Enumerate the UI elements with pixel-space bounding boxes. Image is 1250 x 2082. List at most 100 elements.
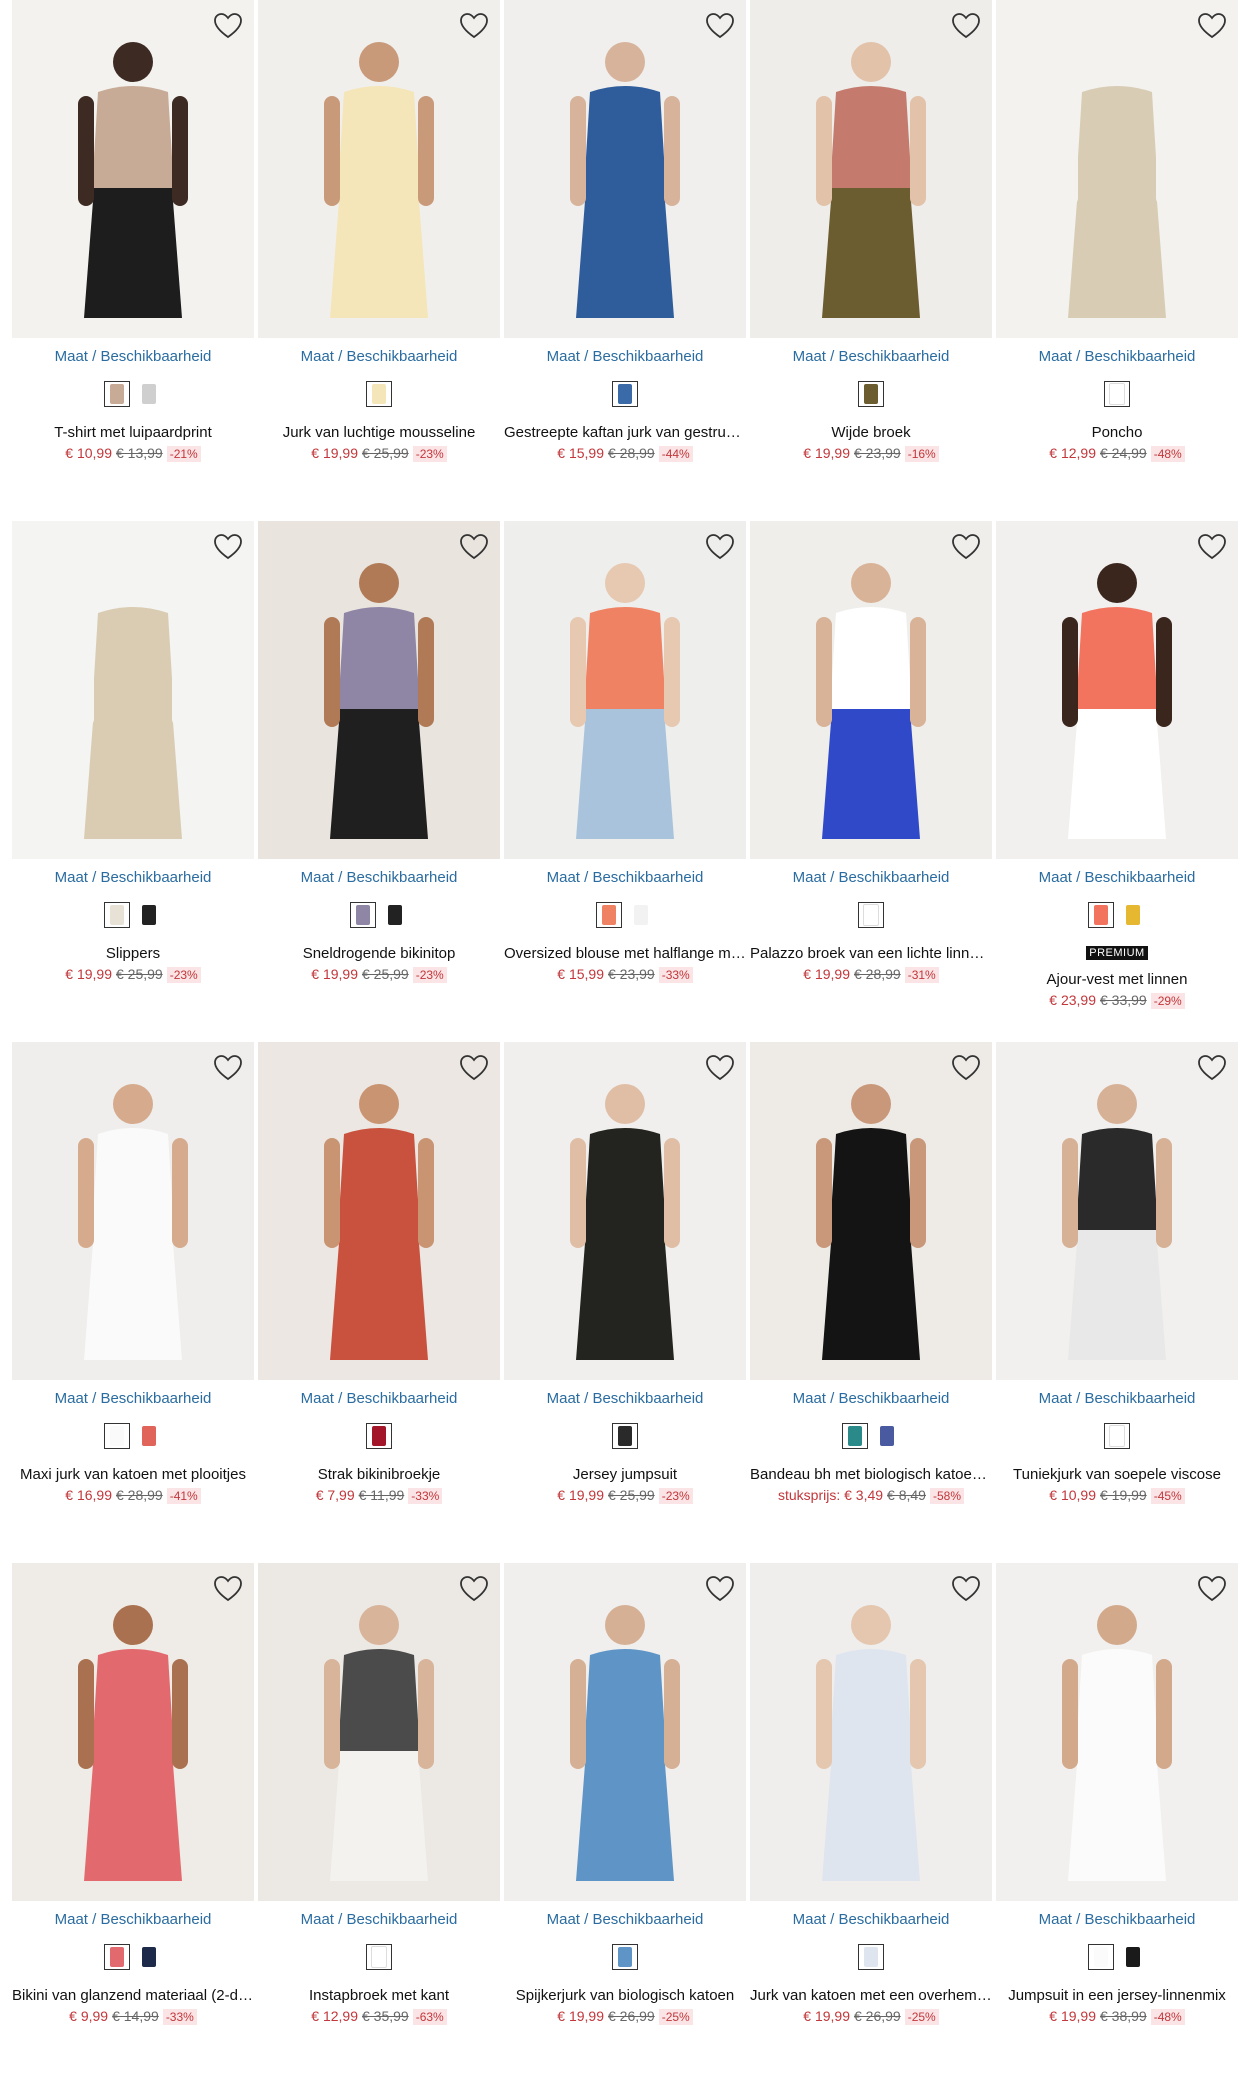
product-image[interactable] xyxy=(996,1042,1238,1380)
size-availability-link[interactable]: Maat / Beschikbaarheid xyxy=(504,1390,746,1407)
product-name[interactable]: Strak bikinibroekje xyxy=(258,1466,500,1483)
product-name[interactable]: Gestreepte kaftan jurk van gestructureer… xyxy=(504,424,746,441)
size-availability-link[interactable]: Maat / Beschikbaarheid xyxy=(504,348,746,365)
product-name[interactable]: Ajour-vest met linnen xyxy=(996,971,1238,988)
product-image[interactable] xyxy=(750,521,992,859)
product-image[interactable] xyxy=(996,0,1238,338)
size-availability-link[interactable]: Maat / Beschikbaarheid xyxy=(12,1911,254,1928)
product-name[interactable]: Spijkerjurk van biologisch katoen xyxy=(504,1987,746,2004)
product-image[interactable] xyxy=(750,1563,992,1901)
color-swatch[interactable] xyxy=(366,1944,392,1970)
wishlist-heart-icon[interactable] xyxy=(458,531,490,563)
size-availability-link[interactable]: Maat / Beschikbaarheid xyxy=(750,869,992,886)
wishlist-heart-icon[interactable] xyxy=(950,10,982,42)
wishlist-heart-icon[interactable] xyxy=(704,1573,736,1605)
color-swatch[interactable] xyxy=(104,1944,130,1970)
product-image[interactable] xyxy=(504,1563,746,1901)
product-image[interactable] xyxy=(504,0,746,338)
product-name[interactable]: Jersey jumpsuit xyxy=(504,1466,746,1483)
size-availability-link[interactable]: Maat / Beschikbaarheid xyxy=(504,869,746,886)
product-image[interactable] xyxy=(12,0,254,338)
color-swatch[interactable] xyxy=(842,1423,868,1449)
color-swatch[interactable] xyxy=(612,1423,638,1449)
wishlist-heart-icon[interactable] xyxy=(704,1052,736,1084)
size-availability-link[interactable]: Maat / Beschikbaarheid xyxy=(996,1390,1238,1407)
product-name[interactable]: Sneldrogende bikinitop xyxy=(258,945,500,962)
product-image[interactable] xyxy=(12,1563,254,1901)
wishlist-heart-icon[interactable] xyxy=(950,531,982,563)
color-swatch[interactable] xyxy=(104,902,130,928)
size-availability-link[interactable]: Maat / Beschikbaarheid xyxy=(258,1911,500,1928)
color-swatch[interactable] xyxy=(858,1944,884,1970)
product-name[interactable]: Slippers xyxy=(12,945,254,962)
color-swatch[interactable] xyxy=(382,902,408,928)
color-swatch[interactable] xyxy=(628,902,654,928)
product-name[interactable]: Poncho xyxy=(996,424,1238,441)
size-availability-link[interactable]: Maat / Beschikbaarheid xyxy=(996,1911,1238,1928)
product-image[interactable] xyxy=(750,1042,992,1380)
size-availability-link[interactable]: Maat / Beschikbaarheid xyxy=(12,348,254,365)
product-name[interactable]: Tuniekjurk van soepele viscose xyxy=(996,1466,1238,1483)
color-swatch[interactable] xyxy=(858,902,884,928)
color-swatch[interactable] xyxy=(136,902,162,928)
wishlist-heart-icon[interactable] xyxy=(212,1573,244,1605)
product-image[interactable] xyxy=(258,1042,500,1380)
wishlist-heart-icon[interactable] xyxy=(458,1052,490,1084)
color-swatch[interactable] xyxy=(1104,1423,1130,1449)
product-name[interactable]: Jumpsuit in een jersey-linnenmix xyxy=(996,1987,1238,2004)
color-swatch[interactable] xyxy=(1104,381,1130,407)
product-image[interactable] xyxy=(504,1042,746,1380)
wishlist-heart-icon[interactable] xyxy=(212,531,244,563)
wishlist-heart-icon[interactable] xyxy=(704,531,736,563)
product-name[interactable]: Maxi jurk van katoen met plooitjes xyxy=(12,1466,254,1483)
color-swatch[interactable] xyxy=(1120,1944,1146,1970)
product-name[interactable]: Wijde broek xyxy=(750,424,992,441)
size-availability-link[interactable]: Maat / Beschikbaarheid xyxy=(12,1390,254,1407)
color-swatch[interactable] xyxy=(350,902,376,928)
color-swatch[interactable] xyxy=(612,381,638,407)
product-name[interactable]: Jurk van luchtige mousseline xyxy=(258,424,500,441)
size-availability-link[interactable]: Maat / Beschikbaarheid xyxy=(504,1911,746,1928)
wishlist-heart-icon[interactable] xyxy=(1196,1573,1228,1605)
wishlist-heart-icon[interactable] xyxy=(1196,1052,1228,1084)
size-availability-link[interactable]: Maat / Beschikbaarheid xyxy=(258,1390,500,1407)
color-swatch[interactable] xyxy=(1088,1944,1114,1970)
wishlist-heart-icon[interactable] xyxy=(1196,531,1228,563)
product-image[interactable] xyxy=(258,0,500,338)
product-name[interactable]: Oversized blouse met halflange mouwen xyxy=(504,945,746,962)
color-swatch[interactable] xyxy=(136,381,162,407)
product-name[interactable]: Bikini van glanzend materiaal (2-dlg. se… xyxy=(12,1987,254,2004)
color-swatch[interactable] xyxy=(1120,902,1146,928)
product-name[interactable]: Palazzo broek van een lichte linnenmix xyxy=(750,945,992,962)
wishlist-heart-icon[interactable] xyxy=(1196,10,1228,42)
size-availability-link[interactable]: Maat / Beschikbaarheid xyxy=(258,348,500,365)
color-swatch[interactable] xyxy=(366,1423,392,1449)
color-swatch[interactable] xyxy=(136,1423,162,1449)
product-name[interactable]: T-shirt met luipaardprint xyxy=(12,424,254,441)
size-availability-link[interactable]: Maat / Beschikbaarheid xyxy=(750,1390,992,1407)
wishlist-heart-icon[interactable] xyxy=(212,10,244,42)
color-swatch[interactable] xyxy=(104,381,130,407)
product-name[interactable]: Bandeau bh met biologisch katoen (2 st.) xyxy=(750,1466,992,1483)
wishlist-heart-icon[interactable] xyxy=(950,1052,982,1084)
color-swatch[interactable] xyxy=(858,381,884,407)
size-availability-link[interactable]: Maat / Beschikbaarheid xyxy=(996,348,1238,365)
size-availability-link[interactable]: Maat / Beschikbaarheid xyxy=(750,348,992,365)
color-swatch[interactable] xyxy=(1088,902,1114,928)
product-image[interactable] xyxy=(996,521,1238,859)
color-swatch[interactable] xyxy=(612,1944,638,1970)
color-swatch[interactable] xyxy=(874,1423,900,1449)
product-image[interactable] xyxy=(750,0,992,338)
product-image[interactable] xyxy=(12,521,254,859)
wishlist-heart-icon[interactable] xyxy=(950,1573,982,1605)
color-swatch[interactable] xyxy=(596,902,622,928)
wishlist-heart-icon[interactable] xyxy=(212,1052,244,1084)
product-name[interactable]: Instapbroek met kant xyxy=(258,1987,500,2004)
size-availability-link[interactable]: Maat / Beschikbaarheid xyxy=(996,869,1238,886)
product-image[interactable] xyxy=(12,1042,254,1380)
size-availability-link[interactable]: Maat / Beschikbaarheid xyxy=(750,1911,992,1928)
product-image[interactable] xyxy=(996,1563,1238,1901)
product-image[interactable] xyxy=(504,521,746,859)
color-swatch[interactable] xyxy=(366,381,392,407)
wishlist-heart-icon[interactable] xyxy=(458,1573,490,1605)
